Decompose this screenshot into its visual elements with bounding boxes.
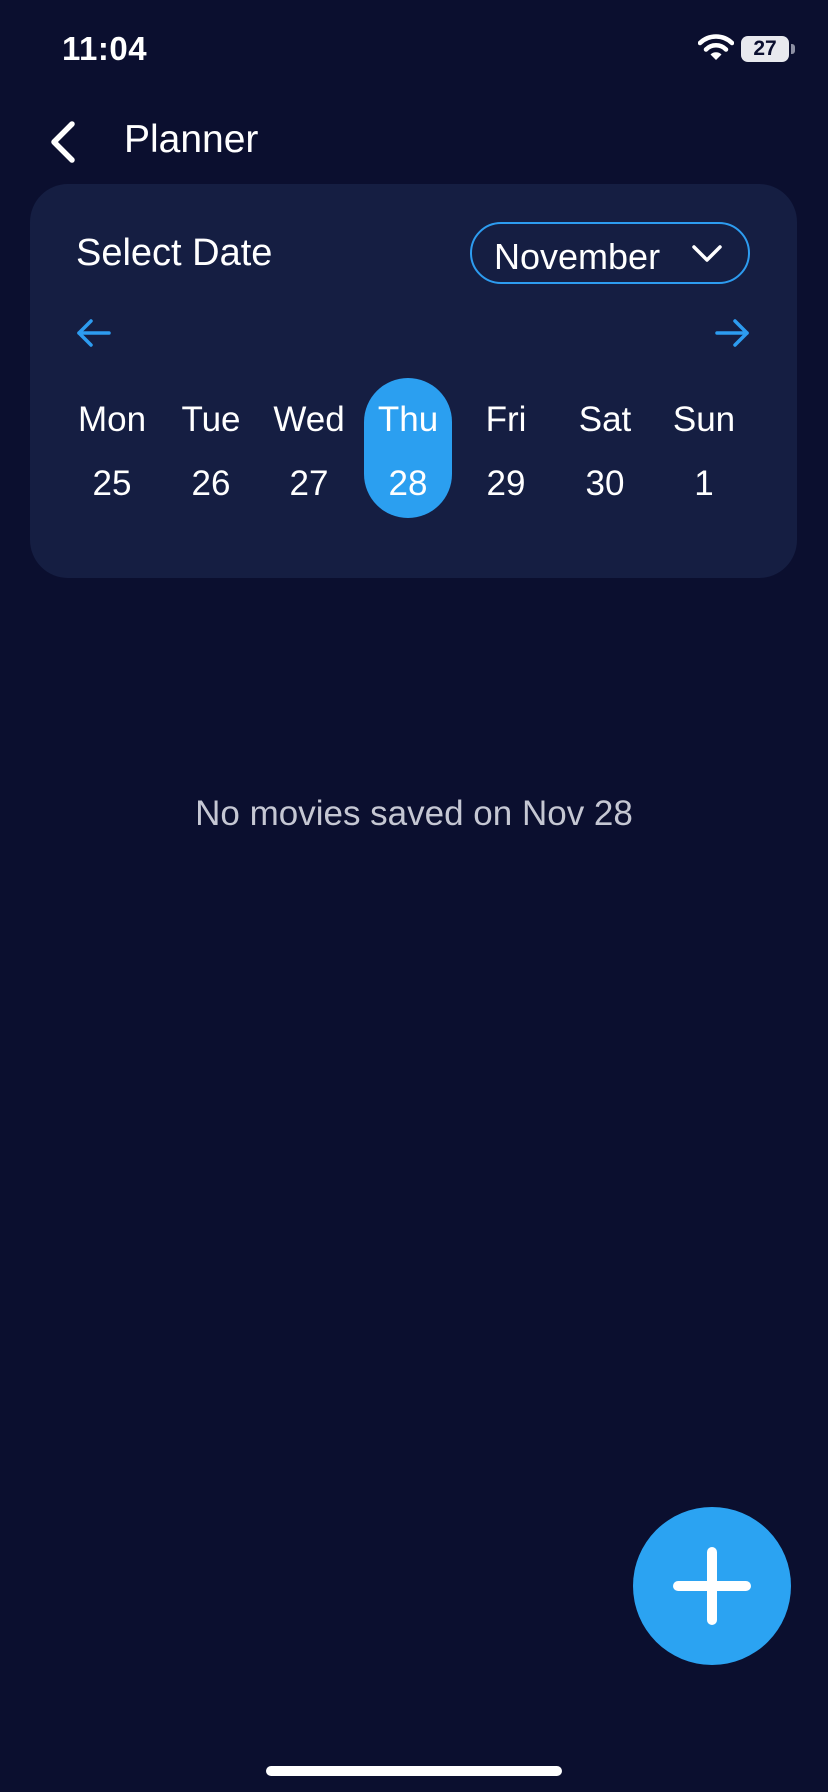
day-number: 25 <box>92 464 132 503</box>
month-label: November <box>494 236 661 277</box>
day-name: Tue <box>181 400 241 439</box>
empty-state-message: No movies saved on Nov 28 <box>195 794 633 833</box>
chevron-left-icon[interactable] <box>44 116 88 168</box>
week-days-row: Mon 25 Tue 26 Wed 27 Thu 28 Fri 29 Sat 3… <box>68 378 758 518</box>
day-number: 27 <box>289 464 329 503</box>
add-movie-button[interactable] <box>633 1507 791 1665</box>
day-mon[interactable]: Mon 25 <box>68 378 156 518</box>
plus-icon <box>673 1547 751 1625</box>
arrow-right-icon[interactable] <box>714 318 750 348</box>
day-fri[interactable]: Fri 29 <box>462 378 550 518</box>
page-title: Planner <box>124 118 259 161</box>
day-name: Sat <box>578 400 632 439</box>
status-bar: 11:04 27 <box>0 0 828 100</box>
status-time: 11:04 <box>62 30 148 67</box>
day-number: 1 <box>694 464 714 503</box>
day-sat[interactable]: Sat 30 <box>561 378 649 518</box>
date-picker-card: Select Date November Mon 25 Tue 26 Wed 2… <box>30 184 797 578</box>
day-thu-selected[interactable]: Thu 28 <box>364 378 452 518</box>
day-name: Wed <box>273 400 345 439</box>
day-wed[interactable]: Wed 27 <box>265 378 353 518</box>
home-indicator <box>266 1766 562 1776</box>
planner-screen: 11:04 27 Planner Select Date November Mo… <box>0 0 828 1792</box>
day-name: Thu <box>377 400 439 439</box>
wifi-icon <box>698 34 734 60</box>
chevron-down-icon <box>692 245 722 262</box>
battery-tip <box>791 44 795 54</box>
day-tue[interactable]: Tue 26 <box>167 378 255 518</box>
day-name: Fri <box>485 400 527 439</box>
month-dropdown[interactable]: November <box>470 222 750 284</box>
day-name: Sun <box>672 400 736 439</box>
day-name: Mon <box>77 400 147 439</box>
day-number: 30 <box>585 464 625 503</box>
day-number: 26 <box>191 464 231 503</box>
day-number: 29 <box>486 464 526 503</box>
day-number: 28 <box>388 464 428 503</box>
arrow-left-icon[interactable] <box>76 318 112 348</box>
select-date-label: Select Date <box>76 232 273 274</box>
day-sun[interactable]: Sun 1 <box>660 378 748 518</box>
battery-indicator: 27 <box>741 36 789 62</box>
